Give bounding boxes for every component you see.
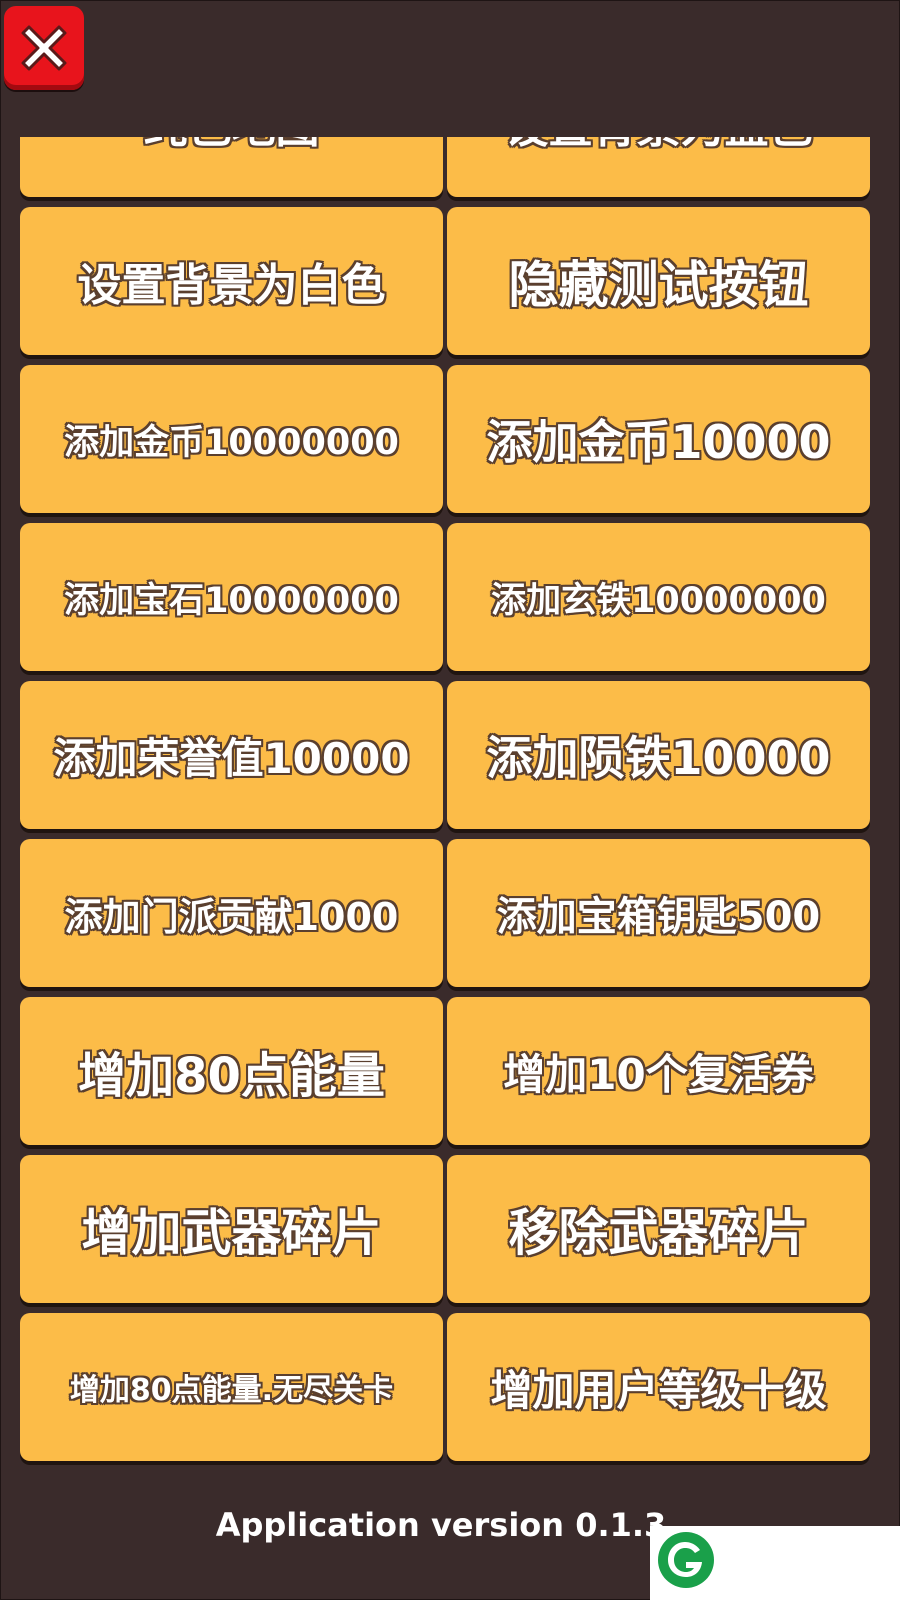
cheat-button-label: 设置背景为白色 bbox=[77, 260, 386, 311]
cheat-button-8[interactable]: 添加荣誉值10000 bbox=[20, 681, 443, 829]
cheat-button-label: 添加金币10000 bbox=[486, 415, 831, 469]
green-g-logo-icon bbox=[658, 1532, 714, 1588]
cheat-button-label: 隐藏测试按钮 bbox=[508, 256, 809, 314]
cheat-button-label: 增加用户等级十级 bbox=[490, 1365, 827, 1415]
cheat-button-14[interactable]: 增加武器碎片 bbox=[20, 1155, 443, 1303]
cheat-button-3[interactable]: 隐藏测试按钮 bbox=[447, 207, 870, 355]
cheat-button-label: 设置背景为蓝色 bbox=[505, 137, 813, 155]
close-x-icon bbox=[21, 25, 67, 71]
cheat-button-label: 添加宝箱钥匙500 bbox=[496, 894, 821, 940]
cheat-button-label: 增加10个复活券 bbox=[503, 1049, 814, 1099]
cheat-button-2[interactable]: 设置背景为白色 bbox=[20, 207, 443, 355]
cheat-button-label: 移除武器碎片 bbox=[508, 1204, 809, 1262]
cheat-button-13[interactable]: 增加10个复活券 bbox=[447, 997, 870, 1145]
cheat-button-5[interactable]: 添加金币10000 bbox=[447, 365, 870, 513]
cheat-button-16[interactable]: 增加80点能量.无尽关卡 bbox=[20, 1313, 443, 1461]
cheat-button-10[interactable]: 添加门派贡献1000 bbox=[20, 839, 443, 987]
watermark-badge bbox=[650, 1526, 900, 1600]
cheat-button-label: 纯色地图 bbox=[144, 137, 320, 155]
cheat-button-12[interactable]: 增加80点能量 bbox=[20, 997, 443, 1145]
cheat-button-label: 添加陨铁10000 bbox=[486, 731, 831, 785]
cheat-button-label: 增加80点能量.无尽关卡 bbox=[69, 1373, 394, 1408]
cheat-button-15[interactable]: 移除武器碎片 bbox=[447, 1155, 870, 1303]
cheat-button-label: 添加玄铁10000000 bbox=[491, 580, 826, 621]
cheat-button-0[interactable]: 纯色地图 bbox=[20, 137, 443, 197]
cheat-button-11[interactable]: 添加宝箱钥匙500 bbox=[447, 839, 870, 987]
cheat-button-list[interactable]: 纯色地图 设置背景为蓝色设置背景为白色 隐藏测试按钮添加金币10000000 添加金币… bbox=[0, 137, 900, 1499]
cheat-button-label: 添加门派贡献1000 bbox=[64, 894, 399, 939]
cheat-button-17[interactable]: 增加用户等级十级 bbox=[447, 1313, 870, 1461]
cheat-button-label: 添加宝石10000000 bbox=[64, 580, 399, 621]
cheat-button-4[interactable]: 添加金币10000000 bbox=[20, 365, 443, 513]
cheat-button-6[interactable]: 添加宝石10000000 bbox=[20, 523, 443, 671]
cheat-button-label: 增加武器碎片 bbox=[81, 1204, 382, 1262]
close-button[interactable] bbox=[4, 6, 84, 90]
cheat-button-label: 添加金币10000000 bbox=[64, 422, 399, 463]
cheat-button-label: 增加80点能量 bbox=[78, 1048, 385, 1104]
cheat-button-9[interactable]: 添加陨铁10000 bbox=[447, 681, 870, 829]
cheat-button-7[interactable]: 添加玄铁10000000 bbox=[447, 523, 870, 671]
cheat-button-label: 添加荣誉值10000 bbox=[53, 733, 410, 783]
cheat-button-1[interactable]: 设置背景为蓝色 bbox=[447, 137, 870, 197]
